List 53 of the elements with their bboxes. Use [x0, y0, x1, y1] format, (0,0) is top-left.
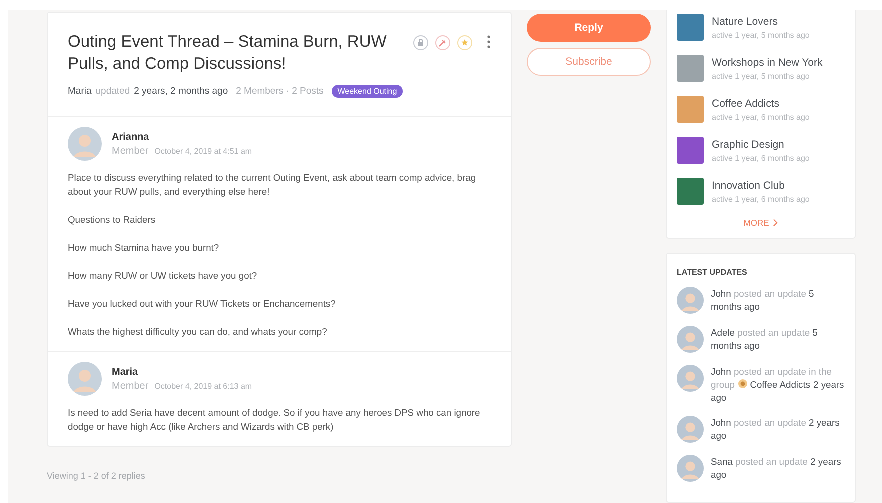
- avatar-icon: [68, 127, 102, 161]
- reply-date: October 4, 2019 at 4:51 am: [154, 146, 252, 156]
- photo-placeholder[interactable]: [677, 14, 704, 41]
- update-text: Sana posted an update 2 years ago: [711, 455, 842, 482]
- group-activity: active 1 year, 5 months ago: [712, 72, 811, 80]
- reply-paragraph: Have you lucked out with your RUW Tickets or Enchancements?: [68, 297, 337, 311]
- forum-tag[interactable]: Weekend Outing: [332, 85, 404, 98]
- pagination-text: Viewing 1 - 2 of 2 replies: [47, 471, 146, 481]
- group-activity: active 1 year, 6 months ago: [712, 154, 810, 162]
- photo-placeholder[interactable]: [677, 96, 704, 123]
- group-activity: active 1 year, 5 months ago: [712, 30, 810, 40]
- reply-paragraph: Place to discuss everything related to the current Outing Event, ask about team comp advice, brag about your RUW pulls, and everything else here!: [68, 171, 478, 199]
- avatar-icon: [677, 455, 704, 482]
- topic-counts: 2 Members · 2 Posts: [236, 86, 324, 97]
- reply-paragraph: How many RUW or UW tickets have you got?: [68, 269, 258, 283]
- reply-date: October 4, 2019 at 6:13 am: [154, 382, 252, 390]
- updated-time: 2 years, 2 months ago: [134, 86, 228, 97]
- pin-icon[interactable]: [435, 35, 451, 51]
- lock-icon[interactable]: [413, 35, 429, 51]
- group-name[interactable]: Innovation Club: [712, 180, 810, 192]
- photo-placeholder[interactable]: [677, 178, 704, 205]
- group-name[interactable]: Coffee Addicts: [712, 98, 810, 110]
- avatar-icon: [677, 365, 704, 392]
- more-options-icon[interactable]: [487, 35, 491, 49]
- reply-paragraph: Questions to Raiders: [68, 213, 157, 227]
- reply-paragraph: How much Stamina have you burnt?: [68, 241, 220, 255]
- chevron-right-icon: [773, 219, 778, 227]
- avatar-icon: [677, 416, 704, 443]
- group-name[interactable]: Nature Lovers: [712, 16, 810, 28]
- reply-paragraph: Is need to add Seria have decent amount of dodge. So if you have any heroes DPS who can ignore dodge or have high Acc (like Archers and Wizards with CB perk): [68, 406, 482, 434]
- coffee-cup-icon: [738, 379, 748, 389]
- member-role: Member: [112, 146, 149, 156]
- photo-placeholder[interactable]: [677, 137, 704, 164]
- meta-action: updated: [96, 86, 130, 97]
- group-name[interactable]: Workshops in New York: [712, 56, 823, 68]
- author-name[interactable]: Maria: [68, 86, 92, 97]
- member-role: Member: [112, 380, 149, 392]
- section-title: LATEST UPDATES: [677, 268, 748, 277]
- group-activity: active 1 year, 6 months ago: [712, 112, 810, 122]
- reply-paragraph: Whats the highest difficulty you can do, and whats your comp?: [68, 325, 328, 339]
- reply-author[interactable]: Maria: [112, 366, 252, 378]
- reply-author[interactable]: Arianna: [112, 132, 252, 142]
- update-text: John posted an update in the group Coffee Addicts 2 years ago: [711, 365, 845, 404]
- photo-placeholder[interactable]: [677, 55, 704, 82]
- update-text: Adele posted an update 5 months ago: [711, 326, 819, 353]
- update-text: John posted an update 5 months ago: [711, 287, 816, 314]
- group-name[interactable]: Graphic Design: [712, 138, 810, 150]
- topic-title: Outing Event Thread – Stamina Burn, RUW Pulls, and Comp Discussions!: [68, 32, 388, 75]
- group-activity: active 1 year, 6 months ago: [712, 194, 810, 204]
- avatar-icon: [68, 362, 102, 396]
- update-text: John posted an update 2 years ago: [711, 416, 841, 443]
- avatar-icon: [677, 326, 704, 353]
- avatar-icon: [677, 287, 704, 314]
